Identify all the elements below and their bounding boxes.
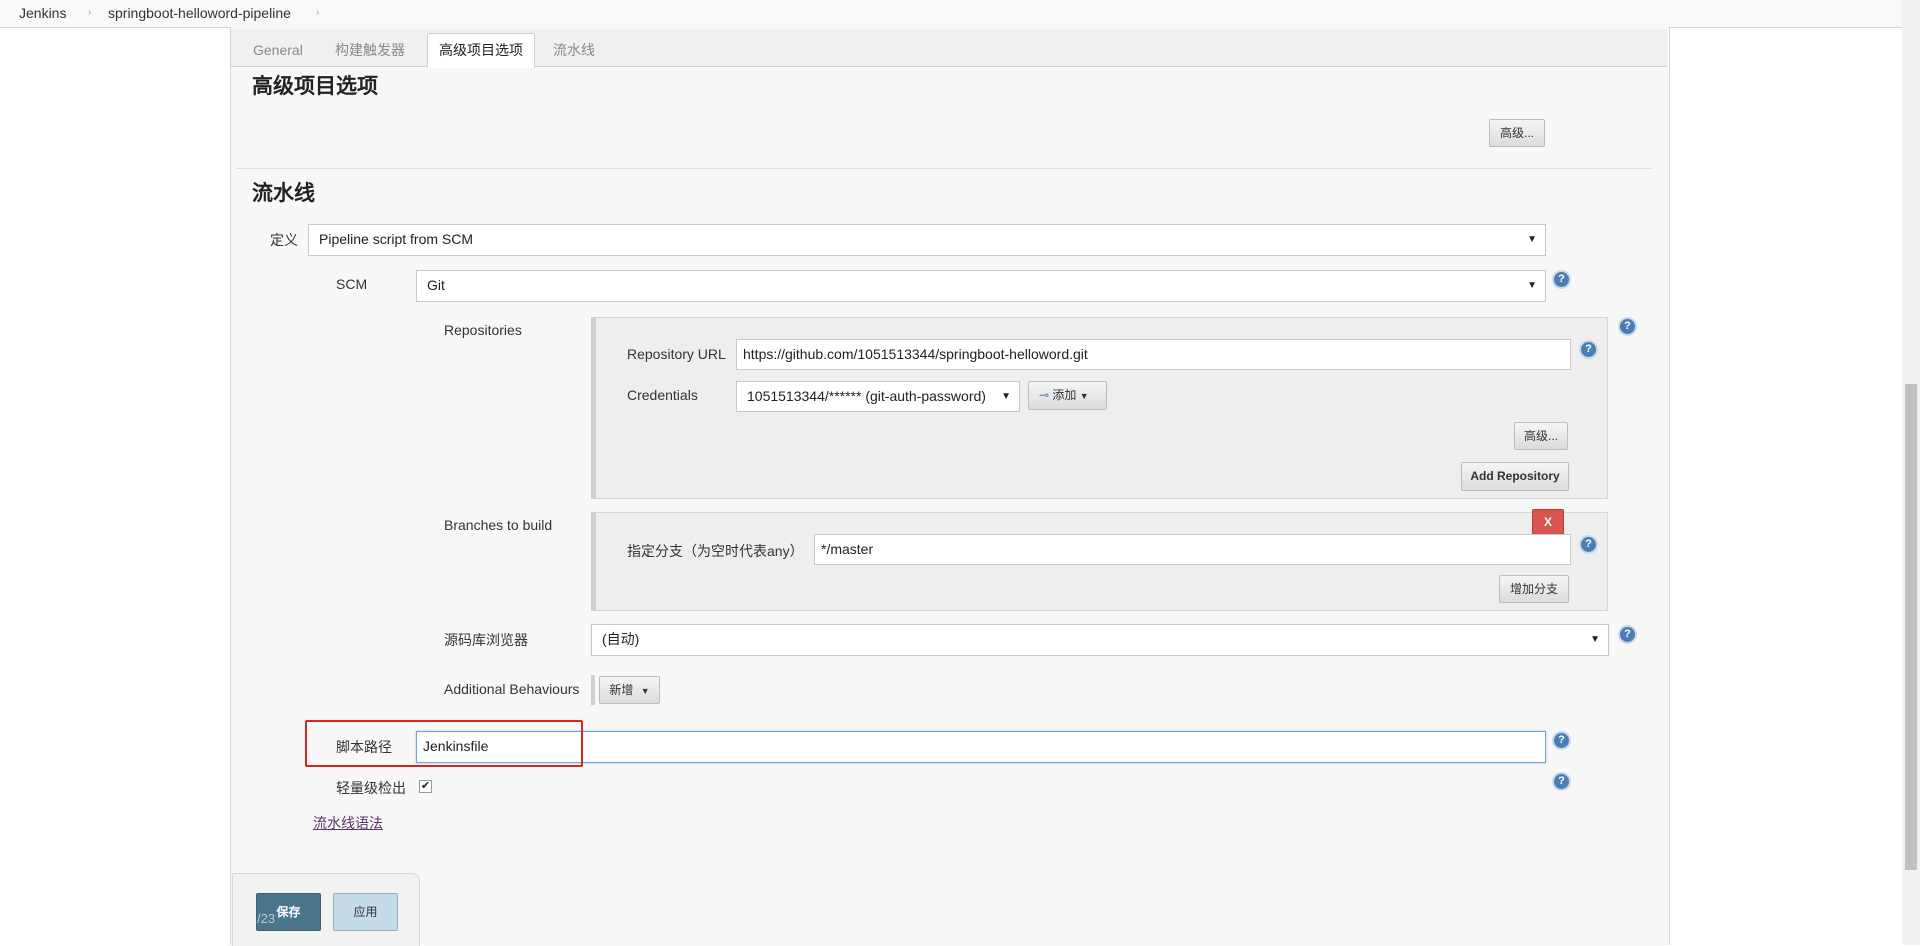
chevron-right-icon: › bbox=[316, 7, 320, 18]
repo-browser-value: (自动) bbox=[602, 631, 640, 647]
behaviours-bar bbox=[591, 675, 595, 705]
new-behaviour-button[interactable]: 新增 ▼ bbox=[599, 676, 660, 704]
repo-browser-select[interactable]: (自动) ▼ bbox=[591, 624, 1609, 656]
help-icon[interactable]: ? bbox=[1620, 319, 1635, 334]
branch-spec-label: 指定分支（为空时代表any） bbox=[627, 543, 804, 559]
dropdown-caret-icon: ▼ bbox=[640, 686, 650, 696]
tab-build-triggers[interactable]: 构建触发器 bbox=[335, 37, 405, 66]
help-icon[interactable]: ? bbox=[1554, 272, 1569, 287]
repo-url-label: Repository URL bbox=[627, 346, 726, 362]
help-icon[interactable]: ? bbox=[1554, 733, 1569, 748]
additional-behaviours-label: Additional Behaviours bbox=[444, 681, 580, 697]
scrollbar-thumb[interactable] bbox=[1905, 384, 1917, 870]
pipeline-section-title: 流水线 bbox=[252, 182, 315, 205]
repo-advanced-button[interactable]: 高级... bbox=[1514, 422, 1568, 450]
chevron-right-icon: › bbox=[88, 7, 92, 18]
help-icon[interactable]: ? bbox=[1554, 774, 1569, 789]
scm-label: SCM bbox=[336, 276, 368, 292]
tab-general[interactable]: General bbox=[253, 37, 303, 66]
script-path-input[interactable]: Jenkinsfile bbox=[416, 731, 1546, 763]
add-credentials-button[interactable]: ⊸ 添加 ▼ bbox=[1028, 381, 1107, 410]
key-icon: ⊸ bbox=[1039, 388, 1050, 402]
breadcrumb-jenkins[interactable]: Jenkins bbox=[19, 5, 66, 21]
apply-button[interactable]: 应用 bbox=[333, 893, 398, 931]
dropdown-caret-icon: ▼ bbox=[1079, 391, 1089, 401]
branch-spec-input[interactable]: */master bbox=[814, 534, 1571, 565]
add-credentials-label: 添加 bbox=[1052, 388, 1077, 402]
advanced-section-title: 高级项目选项 bbox=[252, 75, 378, 98]
lightweight-label: 轻量级检出 bbox=[336, 780, 406, 796]
credentials-value: 1051513344/****** (git-auth-password) bbox=[747, 388, 986, 404]
delete-branch-button[interactable]: X bbox=[1532, 509, 1564, 535]
breadcrumb: Jenkins › springboot-helloword-pipeline … bbox=[0, 0, 1920, 28]
highlight-box bbox=[305, 720, 583, 767]
pipeline-syntax-link[interactable]: 流水线语法 bbox=[313, 813, 383, 833]
advanced-button[interactable]: 高级... bbox=[1489, 119, 1545, 147]
dropdown-caret-icon: ▼ bbox=[1590, 634, 1600, 645]
credentials-label: Credentials bbox=[627, 387, 698, 403]
branches-label: Branches to build bbox=[444, 517, 553, 533]
add-repository-button[interactable]: Add Repository bbox=[1461, 462, 1569, 491]
tab-pipeline[interactable]: 流水线 bbox=[553, 37, 595, 66]
help-icon[interactable]: ? bbox=[1581, 537, 1596, 552]
definition-select[interactable]: Pipeline script from SCM ▼ bbox=[308, 224, 1546, 256]
credentials-select[interactable]: 1051513344/****** (git-auth-password) ▼ bbox=[736, 381, 1020, 412]
page-indicator: /23 bbox=[257, 911, 276, 926]
repositories-label: Repositories bbox=[444, 322, 522, 338]
lightweight-checkbox[interactable]: ✔ bbox=[419, 780, 432, 793]
repo-url-input[interactable]: https://github.com/1051513344/springboot… bbox=[736, 339, 1571, 370]
new-behaviour-label: 新增 bbox=[609, 683, 634, 697]
definition-label: 定义 bbox=[270, 232, 298, 248]
definition-value: Pipeline script from SCM bbox=[319, 231, 474, 247]
repo-browser-label: 源码库浏览器 bbox=[444, 632, 528, 648]
tab-advanced-options[interactable]: 高级项目选项 bbox=[427, 33, 535, 68]
scm-value: Git bbox=[427, 277, 445, 293]
dropdown-caret-icon: ▼ bbox=[1527, 234, 1537, 245]
breadcrumb-job[interactable]: springboot-helloword-pipeline bbox=[108, 5, 291, 21]
add-branch-button[interactable]: 增加分支 bbox=[1499, 575, 1569, 603]
help-icon[interactable]: ? bbox=[1581, 342, 1596, 357]
dropdown-caret-icon: ▼ bbox=[1001, 391, 1011, 402]
help-icon[interactable]: ? bbox=[1620, 627, 1635, 642]
dropdown-caret-icon: ▼ bbox=[1527, 280, 1537, 291]
section-divider bbox=[236, 168, 1651, 169]
scm-select[interactable]: Git ▼ bbox=[416, 270, 1546, 302]
